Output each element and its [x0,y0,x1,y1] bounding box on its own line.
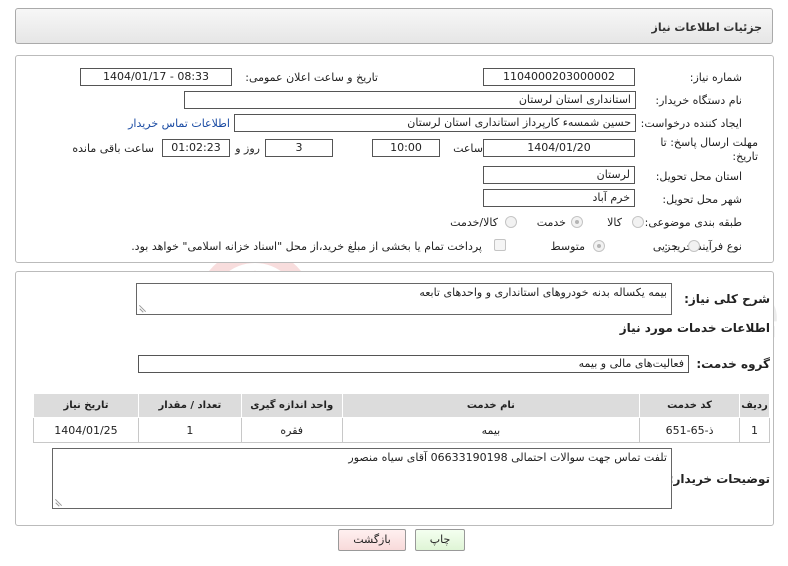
general-desc-textarea[interactable]: بیمه یکساله بدنه خودروهای استانداری و وا… [136,283,672,315]
remaining-time-field: 01:02:23 [162,139,230,157]
col-header-quantity: تعداد / مقدار [137,393,242,418]
creator-field: حسین شمسه‌ء کارپرداز استانداری استان لرس… [234,114,636,132]
buyer-notes-textarea[interactable]: تلفت تماس جهت سوالات احتمالی 06633190198… [52,448,672,509]
treasury-checkbox[interactable] [494,239,506,251]
table-row: 1 ذ-65-651 بیمه فقره 1 1404/01/25 [33,417,770,443]
services-table: ردیف کد خدمت نام خدمت واحد اندازه گیری ت… [33,393,770,443]
announce-datetime-label: تاریخ و ساعت اعلان عمومی: [245,71,378,84]
col-header-service-name: نام خدمت [341,393,641,418]
category-label-goods-service: کالا/خدمت [450,216,498,229]
announce-datetime-field: 1404/01/17 - 08:33 [80,68,232,86]
treasury-note: پرداخت تمام یا بخشی از مبلغ خرید،از محل … [131,240,482,253]
category-label: طبقه بندی موضوعی: [644,216,742,229]
cell-service-code: ذ-65-651 [639,417,741,443]
process-radio-medium[interactable] [593,240,605,252]
process-radio-minor[interactable] [688,240,700,252]
cell-need-date: 1404/01/25 [33,417,139,443]
general-desc-text: بیمه یکساله بدنه خودروهای استانداری و وا… [419,286,667,299]
col-header-need-date: تاریخ نیاز [33,393,139,418]
remaining-label: ساعت باقی مانده [72,142,154,155]
service-group-label: گروه خدمت: [696,357,770,371]
col-header-row-number: ردیف [739,393,770,418]
general-desc-label: شرح کلی نیاز: [684,292,770,306]
day-and-label: روز و [235,142,260,155]
service-group-field: فعالیت‌های مالی و بیمه [138,355,689,373]
city-label: شهر محل تحویل: [662,193,742,206]
table-header-row: ردیف کد خدمت نام خدمت واحد اندازه گیری ت… [33,393,770,418]
deadline-label: مهلت ارسال پاسخ: تا تاریخ: [660,136,758,163]
cell-unit: فقره [240,417,343,443]
col-header-unit: واحد اندازه گیری [240,393,343,418]
cell-quantity: 1 [137,417,242,443]
services-info-heading: اطلاعات خدمات مورد نیاز [619,321,770,335]
page-header: جزئیات اطلاعات نیاز [15,8,773,44]
category-radio-goods-service[interactable] [505,216,517,228]
col-header-service-code: کد خدمت [639,393,741,418]
deadline-time-field: 10:00 [372,139,440,157]
resize-handle-icon[interactable] [55,498,63,506]
province-field: لرستان [483,166,635,184]
buyer-org-label: نام دستگاه خریدار: [655,94,742,107]
deadline-date-field: 1404/01/20 [483,139,635,157]
buyer-contact-link[interactable]: اطلاعات تماس خریدار [128,117,230,130]
category-radio-service[interactable] [571,216,583,228]
back-button[interactable]: بازگشت [338,529,406,551]
page-title: جزئیات اطلاعات نیاز [651,21,763,34]
province-label: استان محل تحویل: [655,170,742,183]
creator-label: ایجاد کننده درخواست: [640,117,742,130]
process-label-medium: متوسط [550,240,585,253]
days-field: 3 [265,139,333,157]
process-label-minor: جزیی [652,240,678,253]
buyer-org-field: استانداری استان لرستان [184,91,636,109]
cell-row-number: 1 [739,417,770,443]
need-number-field: 1104000203000002 [483,68,635,86]
category-label-goods: کالا [607,216,622,229]
city-field: خرم آباد [483,189,635,207]
cell-service-name: بیمه [341,417,641,443]
print-button[interactable]: چاپ [415,529,465,551]
deadline-time-label: ساعت [453,142,483,155]
need-number-label: شماره نیاز: [689,71,742,84]
buyer-notes-text: تلفت تماس جهت سوالات احتمالی 06633190198… [348,451,667,464]
buyer-notes-label: توضیحات خریدار: [668,472,770,486]
category-radio-goods[interactable] [632,216,644,228]
category-label-service: خدمت [536,216,566,229]
resize-handle-icon[interactable] [139,304,147,312]
